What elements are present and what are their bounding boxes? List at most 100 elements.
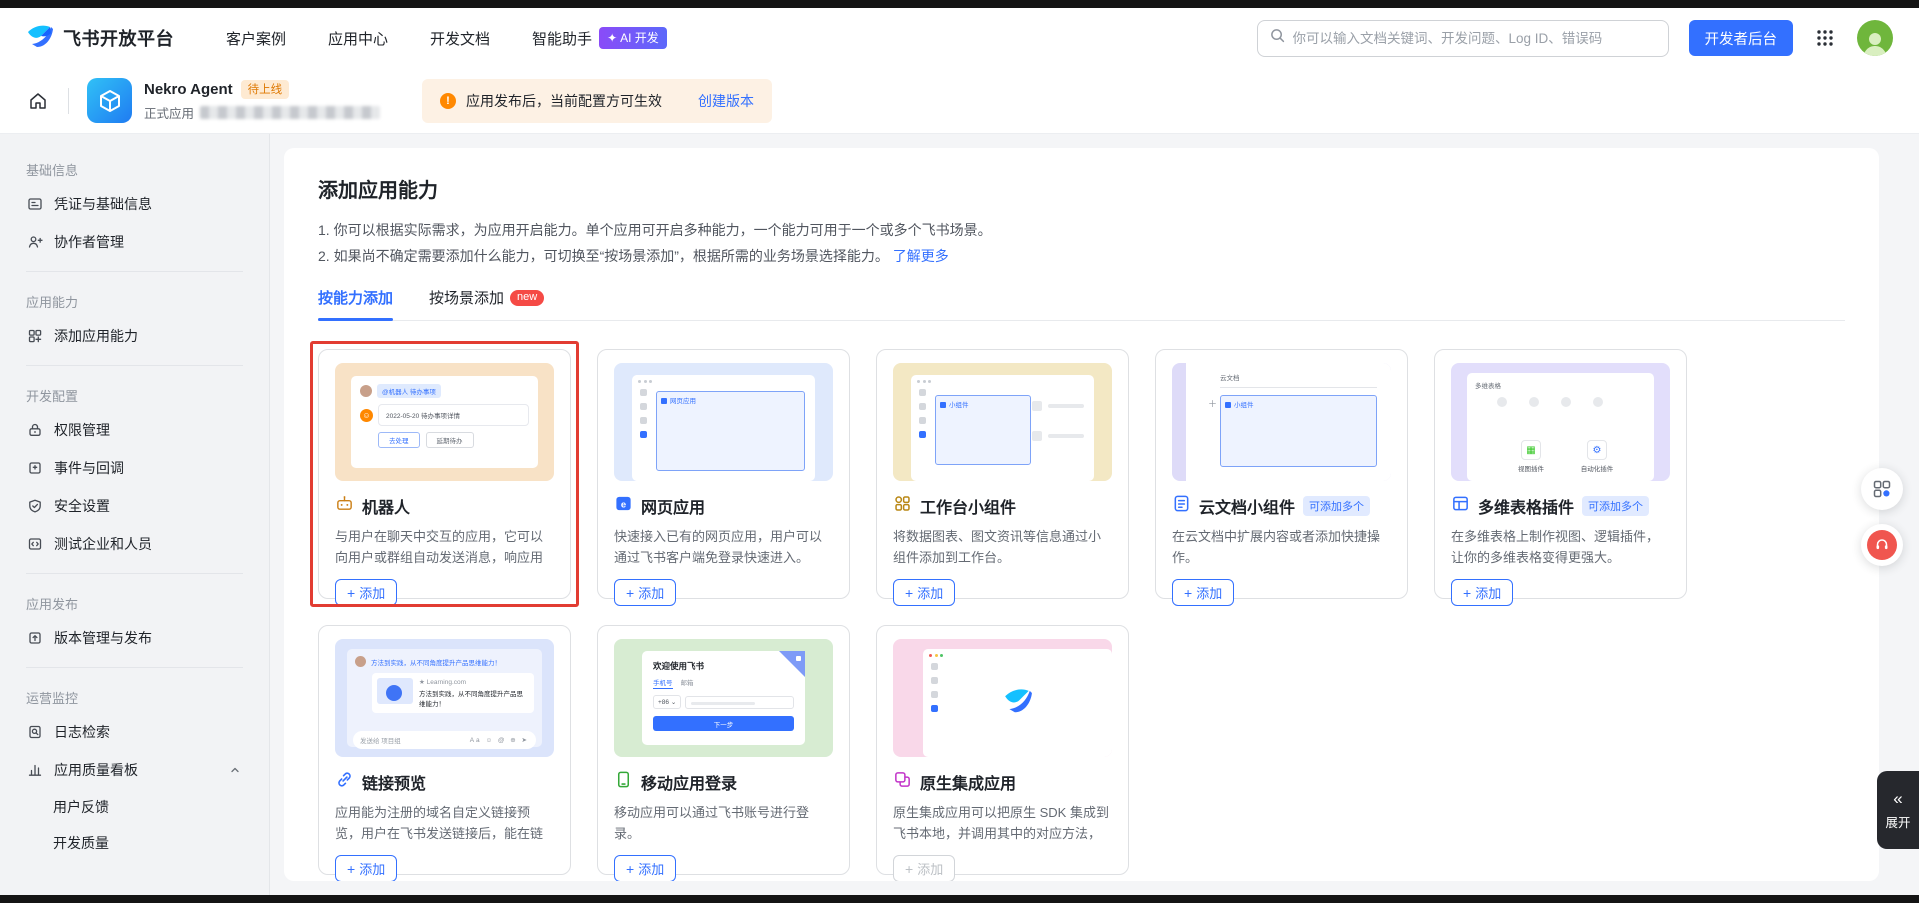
platform-title: 飞书开放平台 [63, 25, 174, 51]
nav-item-cases[interactable]: 客户案例 [226, 28, 286, 49]
mini-bot-icon: ☺ [360, 409, 373, 422]
apps-grid-icon[interactable] [1813, 26, 1837, 50]
feishu-logo[interactable]: 飞书开放平台 [26, 23, 174, 54]
sidebar: 基础信息 凭证与基础信息 协作者管理 应用能力 [0, 134, 270, 895]
card-desc: 将数据图表、图文资讯等信息通过小组件添加到工作台。 [893, 526, 1112, 568]
add-docs-widget-button[interactable]: + 添加 [1172, 579, 1234, 606]
nav-item-docs[interactable]: 开发文档 [430, 28, 490, 49]
support-icon [1867, 530, 1897, 560]
plus-icon: + [347, 862, 355, 876]
add-base-plugin-button[interactable]: + 添加 [1451, 579, 1513, 606]
nav-item-ai-assistant[interactable]: 智能助手 ✦AI 开发 [532, 27, 667, 49]
developer-console-button[interactable]: 开发者后台 [1689, 20, 1794, 56]
sidebar-item-permissions[interactable]: 权限管理 [14, 411, 255, 449]
home-icon[interactable] [26, 89, 50, 113]
browser-icon: e [614, 494, 633, 518]
card-link-preview: 方法到实践，从不同角度提升产品思维能力！ ★ Learning.com 方法到实… [318, 625, 571, 875]
card-desc: 移动应用可以通过飞书账号进行登录。 [614, 802, 833, 844]
add-bot-button[interactable]: + 添加 [335, 579, 397, 606]
sidebar-item-label: 凭证与基础信息 [54, 194, 152, 214]
card-title-text: 云文档小组件 [1199, 494, 1295, 518]
page-desc-line2: 2. 如果尚不确定需要添加什么能力，可切换至“按场景添加”，根据所需的业务场景选… [318, 243, 1845, 269]
bot-illustration: @机器人 待办事项 ☺ 2022-05-20 待办事项详情 去处理 延期待办 [335, 363, 554, 481]
nav-menu: 客户案例 应用中心 开发文档 智能助手 ✦AI 开发 [226, 27, 667, 49]
add-link-preview-button[interactable]: + 添加 [335, 855, 397, 881]
card-web-app: 网页应用 e 网页应用 快速接入已有的网页应用，用户可以 [597, 349, 850, 599]
sidebar-item-label: 测试企业和人员 [54, 534, 152, 554]
add-workplace-widget-button[interactable]: + 添加 [893, 579, 955, 606]
sidebar-item-dev-quality[interactable]: 开发质量 [14, 825, 255, 861]
link-preview-illustration: 方法到实践，从不同角度提升产品思维能力！ ★ Learning.com 方法到实… [335, 639, 554, 757]
sidebar-item-quality-board[interactable]: 应用质量看板 [14, 751, 255, 789]
section-capabilities: 应用能力 [26, 292, 243, 311]
mobile-login-illustration: 欢迎使用飞书 手机号 邮箱 +86 ⌄ 下一步 [614, 639, 833, 757]
divider [26, 271, 243, 272]
section-basic-info: 基础信息 [26, 160, 243, 179]
alert-icon: ! [440, 93, 456, 109]
card-base-plugin: 多维表格 ▦ 视图插件 ⚙ 自动化插件 [1434, 349, 1687, 599]
card-title-text: 工作台小组件 [920, 494, 1016, 518]
card-bot: @机器人 待办事项 ☺ 2022-05-20 待办事项详情 去处理 延期待办 [318, 349, 571, 599]
lock-icon [26, 422, 43, 439]
app-name: Nekro Agent [144, 81, 233, 98]
multi-add-badge: 可添加多个 [1582, 496, 1649, 516]
sidebar-item-security[interactable]: 安全设置 [14, 487, 255, 525]
plus-icon: + [626, 586, 634, 600]
sidebar-item-events[interactable]: 事件与回调 [14, 449, 255, 487]
divider [68, 88, 69, 114]
sidebar-item-credentials[interactable]: 凭证与基础信息 [14, 185, 255, 223]
learn-more-link[interactable]: 了解更多 [893, 248, 949, 264]
card-desc: 在云文档中扩展内容或者添加快捷操作。 [1172, 526, 1391, 568]
sidebar-item-user-feedback[interactable]: 用户反馈 [14, 789, 255, 825]
widgets-shortcut-button[interactable] [1861, 468, 1903, 510]
sidebar-item-label: 权限管理 [54, 420, 110, 440]
sidebar-item-collaborators[interactable]: 协作者管理 [14, 223, 255, 261]
add-web-app-button[interactable]: + 添加 [614, 579, 676, 606]
svg-text:e: e [621, 499, 626, 510]
card-desc: 与用户在聊天中交互的应用，它可以向用户或群组自动发送消息，响应用户的消... [335, 526, 554, 568]
card-title-text: 原生集成应用 [920, 770, 1016, 794]
user-avatar[interactable] [1857, 20, 1893, 56]
card-title-text: 多维表格插件 [1478, 494, 1574, 518]
page-title: 添加应用能力 [318, 174, 1845, 203]
sidebar-item-add-capability[interactable]: 添加应用能力 [14, 317, 255, 355]
section-release: 应用发布 [26, 594, 243, 613]
add-native-integration-button-disabled: + 添加 [893, 855, 955, 881]
expand-panel-button[interactable]: « 展开 [1877, 771, 1919, 849]
grid-plus-icon [26, 328, 43, 345]
tab-by-capability[interactable]: 按能力添加 [318, 287, 393, 320]
bar-chart-icon [26, 762, 43, 779]
nav-right-cluster: 开发者后台 [1257, 20, 1894, 57]
qr-corner-icon [779, 651, 805, 677]
search-input[interactable] [1293, 31, 1656, 46]
sidebar-item-version-release[interactable]: 版本管理与发布 [14, 619, 255, 657]
app-header: Nekro Agent 待上线 正式应用 ! 应用发布后，当前配置方可生效 创建… [0, 68, 1919, 134]
table-icon [1451, 494, 1470, 518]
app-icon [87, 78, 132, 123]
plus-icon: + [347, 586, 355, 600]
native-sdk-icon [893, 770, 912, 794]
window-top-edge [0, 0, 1919, 8]
support-button[interactable] [1861, 524, 1903, 566]
card-desc: 应用能为注册的域名自定义链接预览，用户在飞书发送链接后，能在链接下方展示... [335, 802, 554, 844]
link-thumbnail [377, 678, 413, 704]
nav-item-app-center[interactable]: 应用中心 [328, 28, 388, 49]
global-search[interactable] [1257, 20, 1669, 57]
doc-icon [1172, 494, 1191, 518]
card-desc: 原生集成应用可以把原生 SDK 集成到飞书本地，并调用其中的对应方法，为用户提.… [893, 802, 1112, 844]
plus-icon: + [626, 862, 634, 876]
search-icon [1270, 28, 1285, 48]
add-mobile-login-button[interactable]: + 添加 [614, 855, 676, 881]
sidebar-item-test-org[interactable]: 测试企业和人员 [14, 525, 255, 563]
id-card-icon [26, 196, 43, 213]
tab-by-scenario[interactable]: 按场景添加 new [429, 287, 544, 320]
create-version-link[interactable]: 创建版本 [698, 91, 754, 111]
top-navigation: 飞书开放平台 客户案例 应用中心 开发文档 智能助手 ✦AI 开发 开发者后台 [0, 8, 1919, 68]
log-search-icon [26, 724, 43, 741]
sidebar-item-label: 应用质量看板 [54, 760, 215, 780]
sidebar-item-log-search[interactable]: 日志检索 [14, 713, 255, 751]
floating-buttons [1861, 468, 1903, 566]
card-docs-widget: 云文档 ＋ 小组件 [1155, 349, 1408, 599]
section-dev-config: 开发配置 [26, 386, 243, 405]
plus-icon: + [1184, 586, 1192, 600]
